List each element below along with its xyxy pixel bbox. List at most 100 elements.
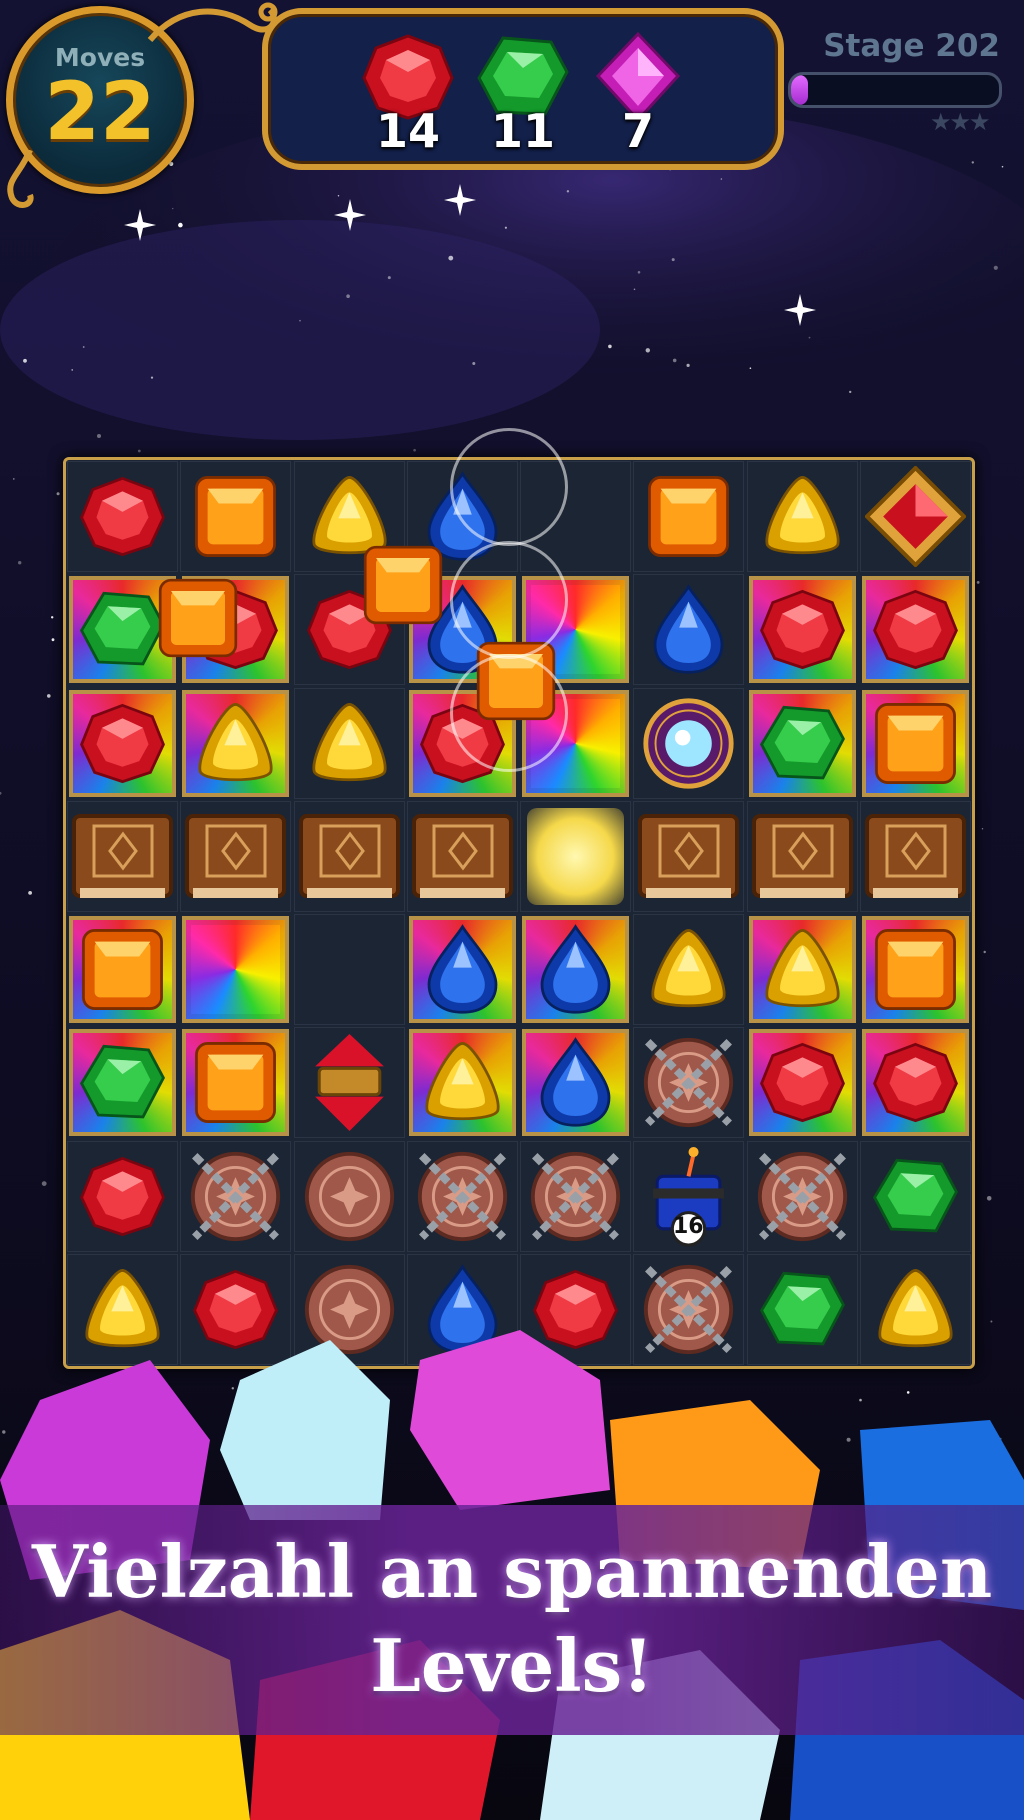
framed-gem[interactable] — [859, 460, 972, 573]
game-board: 16 — [63, 428, 975, 1369]
cleared-cell[interactable] — [519, 800, 632, 913]
book-blocker-icon — [72, 813, 173, 898]
yellow-gem-icon — [756, 470, 849, 563]
book-blocker[interactable] — [746, 800, 859, 913]
stage-label: Stage 202 — [823, 28, 1000, 64]
falling-orange-gem — [153, 573, 243, 663]
red-gem-icon — [756, 583, 849, 676]
red-gem-icon — [76, 470, 169, 563]
goal-panel: 14 11 7 — [262, 8, 784, 170]
orange-gem-icon — [76, 923, 169, 1016]
gem-green[interactable] — [859, 1140, 972, 1253]
chained-coin-icon — [191, 1151, 281, 1241]
gem-orange[interactable] — [179, 1026, 292, 1139]
gem-red[interactable] — [66, 460, 179, 573]
gem-yellow[interactable] — [406, 1026, 519, 1139]
dynamite-bomb[interactable]: 16 — [632, 1140, 745, 1253]
framed-red-gem-icon — [864, 466, 966, 567]
gem-blue[interactable] — [519, 913, 632, 1026]
chained-coin-blocker[interactable] — [519, 1140, 632, 1253]
gem-blue[interactable] — [519, 1026, 632, 1139]
chained-coin-icon — [757, 1151, 847, 1241]
coin-blocker[interactable] — [293, 1140, 406, 1253]
book-blocker-icon — [751, 813, 853, 898]
chained-coin-icon — [530, 1151, 621, 1241]
book-blocker[interactable] — [66, 800, 179, 913]
moves-value: 22 — [44, 65, 156, 158]
bronze-coin-icon — [304, 1151, 394, 1241]
orange-gem-icon — [358, 540, 448, 630]
promo-caption-banner: Vielzahl an spannenden Levels! — [0, 1505, 1024, 1735]
gem-yellow[interactable] — [632, 913, 745, 1026]
gem-red[interactable] — [859, 1026, 972, 1139]
book-blocker-icon — [185, 813, 287, 898]
gem-yellow[interactable] — [746, 913, 859, 1026]
gem-red[interactable] — [66, 687, 179, 800]
book-blocker[interactable] — [632, 800, 745, 913]
star-rating: ★★★ — [930, 108, 990, 136]
green-gem-icon — [756, 697, 849, 790]
gem-yellow[interactable] — [746, 460, 859, 573]
book-blocker-icon — [864, 813, 966, 898]
rainbow-tile[interactable] — [179, 913, 292, 1026]
gem-orange[interactable] — [859, 687, 972, 800]
book-blocker-icon — [638, 813, 740, 898]
yellow-gem-icon — [189, 697, 282, 790]
gem-orange[interactable] — [632, 460, 745, 573]
gem-red[interactable] — [66, 1140, 179, 1253]
goal-red-count: 14 — [375, 104, 440, 158]
gem-red[interactable] — [859, 573, 972, 686]
gem-red[interactable] — [746, 573, 859, 686]
gem-orange[interactable] — [179, 460, 292, 573]
gem-green[interactable] — [746, 687, 859, 800]
selection-ring — [450, 654, 568, 772]
green-gem-icon — [76, 1036, 169, 1129]
book-blocker-icon — [411, 813, 513, 898]
orange-gem-icon — [153, 573, 243, 663]
gem-orange[interactable] — [66, 913, 179, 1026]
orange-gem-icon — [189, 470, 282, 563]
magic-orb-icon — [643, 697, 734, 789]
yellow-gem-icon — [303, 697, 396, 790]
goal-purple-count: 7 — [621, 104, 654, 158]
gem-blue[interactable] — [406, 913, 519, 1026]
yellow-gem-icon — [642, 923, 735, 1016]
chained-coin-icon — [644, 1038, 734, 1128]
gem-orange[interactable] — [859, 913, 972, 1026]
progress-fill — [791, 75, 808, 105]
gem-blue[interactable] — [632, 573, 745, 686]
book-blocker[interactable] — [859, 800, 972, 913]
gem-red[interactable] — [746, 1026, 859, 1139]
star-icon: ★ — [969, 108, 990, 136]
book-blocker-icon — [298, 813, 400, 898]
book-blocker[interactable] — [406, 800, 519, 913]
cell-background — [293, 914, 405, 1025]
orange-gem-icon — [642, 470, 735, 563]
blue-gem-icon — [529, 1036, 622, 1129]
gem-yellow[interactable] — [179, 687, 292, 800]
star-icon: ★ — [930, 108, 951, 136]
blue-gem-icon — [529, 923, 622, 1016]
dynamite-counter: 16 — [672, 1213, 704, 1239]
progress-bar — [788, 72, 1002, 108]
ornament-scroll — [7, 150, 34, 208]
chained-coin-blocker[interactable] — [632, 1026, 745, 1139]
red-gem-icon — [869, 583, 962, 676]
book-blocker[interactable] — [293, 800, 406, 913]
empty-cell[interactable] — [293, 913, 406, 1026]
magic-orb[interactable] — [632, 687, 745, 800]
gem-green[interactable] — [66, 1026, 179, 1139]
gem-yellow[interactable] — [293, 687, 406, 800]
spinner-gem[interactable] — [293, 1026, 406, 1139]
chained-coin-blocker[interactable] — [406, 1140, 519, 1253]
green-gem-icon — [869, 1150, 962, 1243]
red-gem-icon — [76, 697, 169, 790]
chained-coin-blocker[interactable] — [746, 1140, 859, 1253]
book-blocker[interactable] — [179, 800, 292, 913]
caption-line-2: Levels! — [370, 1623, 654, 1708]
spinner-gem-icon — [314, 1034, 384, 1132]
chained-coin-blocker[interactable] — [179, 1140, 292, 1253]
red-gem-icon — [756, 1036, 849, 1129]
blue-gem-icon — [416, 923, 509, 1016]
yellow-gem-icon — [416, 1036, 509, 1129]
